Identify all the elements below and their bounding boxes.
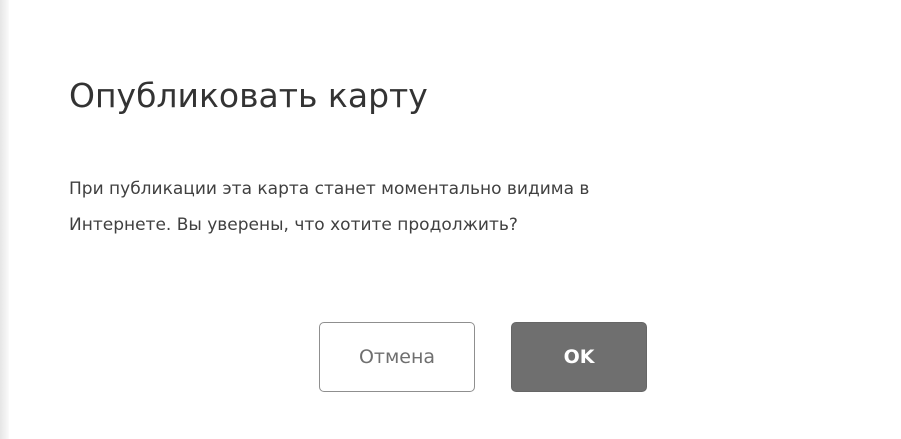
cancel-button[interactable]: Отмена (319, 322, 475, 392)
dialog-message: При публикации эта карта станет моментал… (69, 179, 590, 235)
window-edge (0, 0, 9, 439)
dialog-title: Опубликовать карту (69, 76, 428, 115)
publish-map-dialog: Опубликовать карту При публикации эта ка… (9, 0, 901, 439)
ok-button[interactable]: OK (511, 322, 647, 392)
